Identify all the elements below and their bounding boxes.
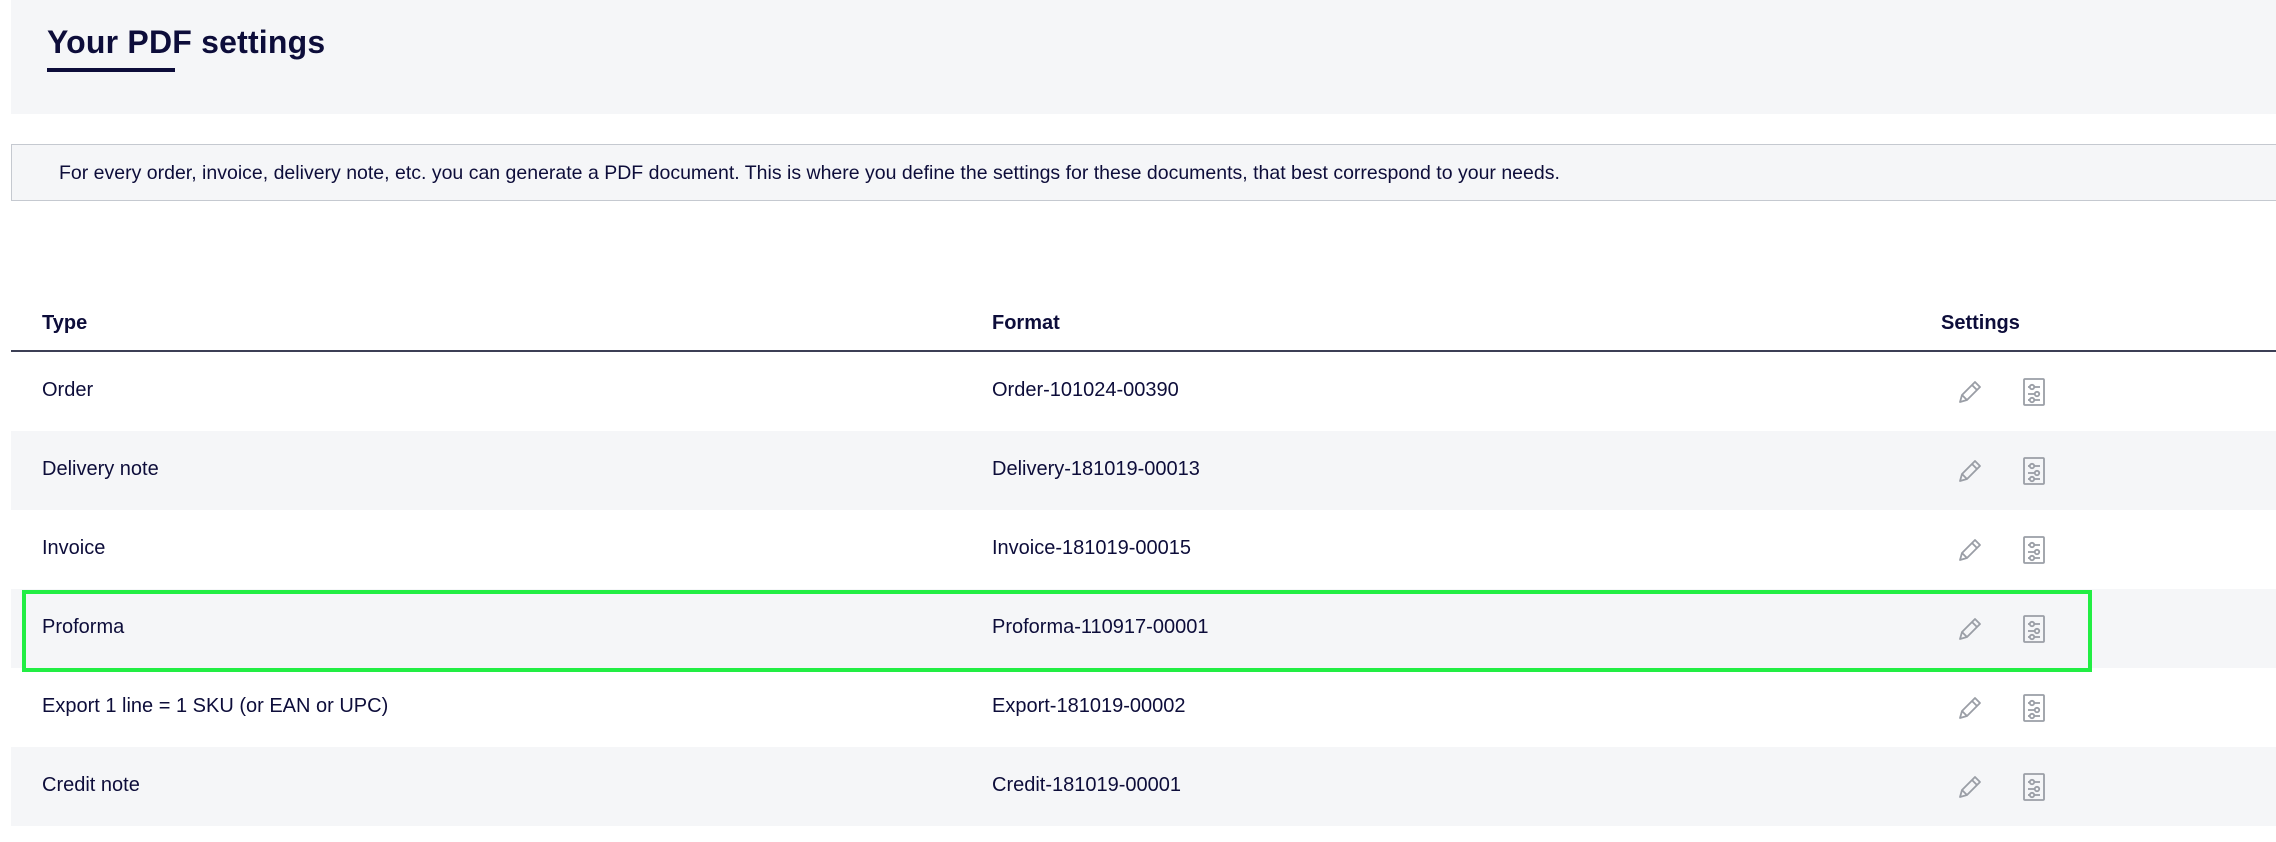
edit-button[interactable] <box>1955 456 1985 486</box>
column-header-settings: Settings <box>1941 312 2020 334</box>
pencil-icon <box>1959 697 1981 719</box>
row-type: Export 1 line = 1 SKU (or EAN or UPC) <box>42 695 389 717</box>
row-type: Order <box>42 379 94 401</box>
pdf-settings-table: Type Format Settings Order Order-101024-… <box>11 296 2276 826</box>
table-row: Delivery note Delivery-181019-00013 <box>11 431 2276 510</box>
row-format: Delivery-181019-00013 <box>992 458 1200 480</box>
table-row: Export 1 line = 1 SKU (or EAN or UPC) Ex… <box>11 668 2276 747</box>
document-settings-button[interactable] <box>2019 535 2049 565</box>
row-format: Export-181019-00002 <box>992 695 1186 717</box>
table-row: Order Order-101024-00390 <box>11 352 2276 431</box>
edit-button[interactable] <box>1955 535 1985 565</box>
table-row: Credit note Credit-181019-00001 <box>11 747 2276 826</box>
row-format: Credit-181019-00001 <box>992 774 1182 796</box>
page-header <box>11 0 2276 114</box>
pencil-icon <box>1959 460 1981 482</box>
document-settings-icon <box>2023 536 2045 564</box>
document-settings-icon <box>2023 457 2045 485</box>
column-header-format: Format <box>992 312 1060 334</box>
edit-button[interactable] <box>1955 772 1985 802</box>
column-header-type: Type <box>42 312 88 334</box>
row-format: Invoice-181019-00015 <box>992 537 1192 559</box>
edit-button[interactable] <box>1955 377 1985 407</box>
pencil-icon <box>1959 618 1981 640</box>
info-text: For every order, invoice, delivery note,… <box>59 162 1560 184</box>
document-settings-button[interactable] <box>2019 377 2049 407</box>
row-format: Order-101024-00390 <box>992 379 1179 401</box>
table-header: Type Format Settings <box>11 296 2276 352</box>
document-settings-icon <box>2023 378 2045 406</box>
document-settings-button[interactable] <box>2019 456 2049 486</box>
edit-button[interactable] <box>1955 693 1985 723</box>
row-type: Invoice <box>42 537 106 559</box>
row-format: Proforma-110917-00001 <box>992 616 1209 638</box>
info-banner: For every order, invoice, delivery note,… <box>11 144 2276 201</box>
document-settings-button[interactable] <box>2019 693 2049 723</box>
table-row: Invoice Invoice-181019-00015 <box>11 510 2276 589</box>
edit-button[interactable] <box>1955 614 1985 644</box>
row-type: Delivery note <box>42 458 159 480</box>
row-type: Credit note <box>42 774 140 796</box>
document-settings-icon <box>2023 615 2045 643</box>
table-row: Proforma Proforma-110917-00001 <box>11 589 2276 668</box>
document-settings-button[interactable] <box>2019 614 2049 644</box>
document-settings-button[interactable] <box>2019 772 2049 802</box>
pencil-icon <box>1959 776 1981 798</box>
page-title: Your PDF settings <box>47 24 326 60</box>
row-type: Proforma <box>42 616 125 638</box>
title-underline <box>47 68 175 72</box>
document-settings-icon <box>2023 773 2045 801</box>
document-settings-icon <box>2023 694 2045 722</box>
pencil-icon <box>1959 381 1981 403</box>
pencil-icon <box>1959 539 1981 561</box>
pdf-settings-page: Your PDF settings For every order, invoi… <box>0 0 2276 842</box>
